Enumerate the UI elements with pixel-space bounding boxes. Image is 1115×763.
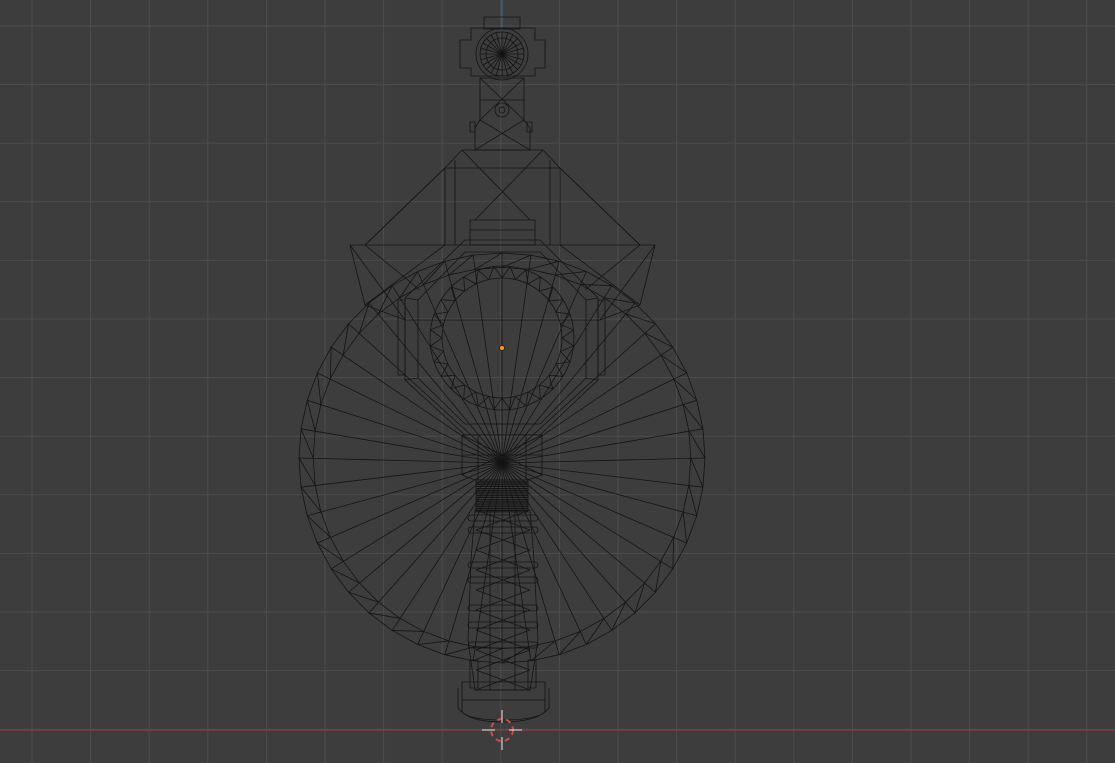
shoulder-wireframe [349, 149, 656, 321]
viewport-canvas[interactable] [0, 0, 1115, 763]
disc-wireframe [298, 252, 706, 664]
top-knob-wireframe [459, 16, 546, 151]
handle-wireframe [457, 479, 550, 723]
mesh-wireframe[interactable] [298, 16, 706, 723]
housing-wireframe [397, 239, 606, 436]
3d-viewport[interactable] [0, 0, 1115, 763]
object-origin-icon[interactable] [499, 345, 505, 351]
